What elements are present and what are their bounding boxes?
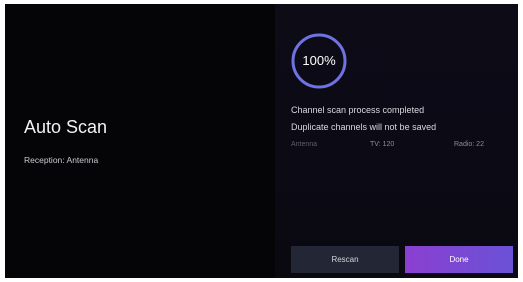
stat-tv-count: TV: 120 bbox=[370, 141, 395, 148]
status-message-completed: Channel scan process completed bbox=[291, 105, 425, 115]
page-title: Auto Scan bbox=[24, 117, 108, 137]
stat-source: Antenna bbox=[291, 141, 318, 148]
progress-percent: 100% bbox=[302, 53, 336, 68]
done-button[interactable]: Done bbox=[405, 246, 513, 273]
status-message-duplicates: Duplicate channels will not be saved bbox=[291, 122, 437, 132]
scan-stats: Antenna TV: 120 Radio: 22 bbox=[291, 141, 511, 153]
tv-screen: Auto Scan Reception: Antenna 100% Channe… bbox=[5, 4, 518, 278]
reception-label: Reception: Antenna bbox=[24, 155, 99, 165]
rescan-button[interactable]: Rescan bbox=[291, 246, 399, 273]
scan-panel: 100% Channel scan process completed Dupl… bbox=[275, 4, 518, 278]
stat-radio-count: Radio: 22 bbox=[454, 141, 484, 148]
left-panel: Auto Scan Reception: Antenna bbox=[5, 4, 275, 278]
